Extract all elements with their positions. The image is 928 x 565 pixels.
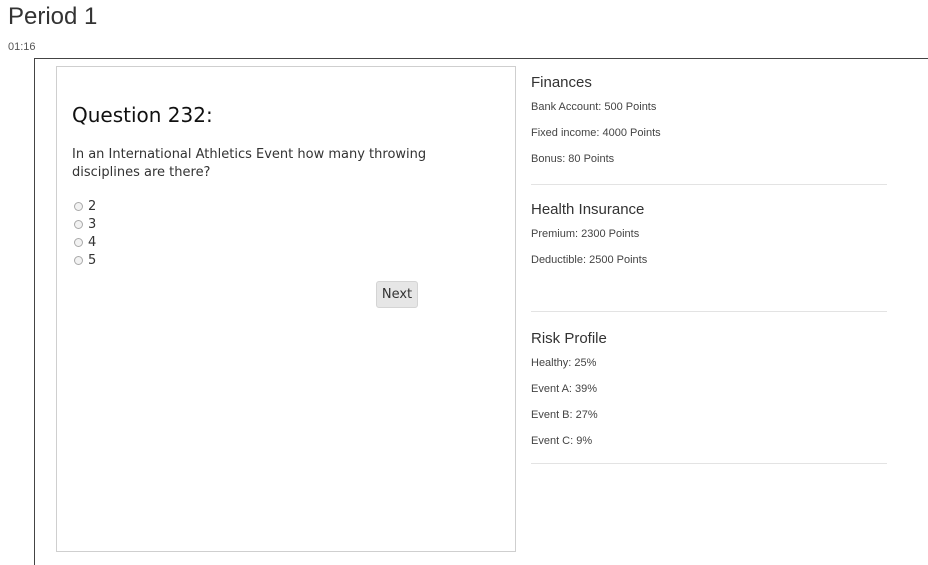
question-panel: Question 232: In an International Athlet… — [56, 66, 516, 552]
answer-option[interactable]: 5 — [74, 251, 96, 269]
radio-button[interactable] — [74, 255, 83, 265]
answer-option-label: 3 — [88, 216, 97, 232]
premium-value: Premium: 2300 Points — [531, 228, 640, 240]
radio-button[interactable] — [74, 201, 83, 211]
page: Period 1 01:16 Question 232: In an Inter… — [0, 0, 928, 565]
question-text: In an International Athletics Event how … — [72, 147, 427, 180]
answer-option[interactable]: 2 — [74, 197, 96, 215]
period-title: Period 1 — [8, 3, 98, 30]
countdown-timer: 01:16 — [8, 41, 36, 53]
deductible-value: Deductible: 2500 Points — [531, 254, 648, 266]
radio-button[interactable] — [74, 237, 83, 247]
next-button[interactable]: Next — [376, 281, 418, 308]
answer-option[interactable]: 4 — [74, 233, 96, 251]
finances-heading: Finances — [531, 74, 592, 91]
finances-section: Finances Bank Account: 500 Points Fixed … — [531, 70, 887, 185]
answer-option-label: 2 — [88, 198, 97, 214]
bonus-value: Bonus: 80 Points — [531, 153, 615, 165]
risk-profile-heading: Risk Profile — [531, 330, 607, 347]
health-insurance-section: Health Insurance Premium: 2300 Points De… — [531, 185, 887, 312]
event-a-value: Event A: 39% — [531, 383, 598, 395]
event-b-value: Event B: 27% — [531, 409, 598, 421]
healthy-value: Healthy: 25% — [531, 357, 597, 369]
question-title: Question 232: — [72, 103, 213, 127]
radio-button[interactable] — [74, 219, 83, 229]
answer-option[interactable]: 3 — [74, 215, 96, 233]
answer-options: 2 3 4 5 — [74, 197, 96, 269]
risk-profile-section: Risk Profile Healthy: 25% Event A: 39% E… — [531, 312, 887, 464]
fixed-income-value: Fixed income: 4000 Points — [531, 127, 661, 139]
status-panel: Finances Bank Account: 500 Points Fixed … — [531, 70, 887, 464]
answer-option-label: 5 — [88, 252, 97, 268]
event-c-value: Event C: 9% — [531, 435, 593, 447]
answer-option-label: 4 — [88, 234, 97, 250]
bank-account-value: Bank Account: 500 Points — [531, 101, 657, 113]
health-insurance-heading: Health Insurance — [531, 201, 645, 218]
